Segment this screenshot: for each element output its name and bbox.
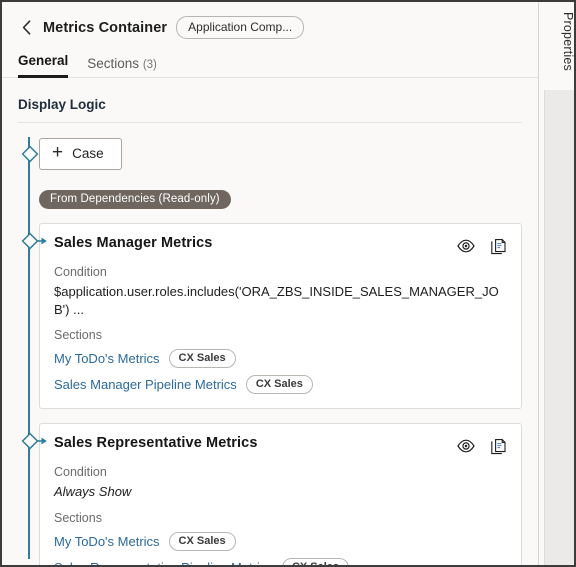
case-card-actions [457,435,507,455]
section-tag: CX Sales [168,531,236,551]
case-card-block: Sales Manager Metrics Condition $applica… [18,223,522,410]
list-item: Sales Manager Pipeline Metrics CX Sales [54,375,507,395]
sections-list: My ToDo's Metrics CX Sales Sales Represe… [54,531,507,565]
section-tag: CX Sales [245,375,313,395]
case-title: Sales Manager Metrics [54,235,213,251]
case-card-actions [457,235,507,255]
section-tag: CX Sales [281,557,350,565]
duplicate-document-icon[interactable] [489,437,507,455]
heading-divider [18,122,522,123]
properties-rail-label: Properties [561,12,575,71]
condition-value: Always Show [54,484,132,500]
properties-rail-strip [544,90,574,565]
main-content: Metrics Container Application Comp... Ge… [2,2,538,565]
sections-label: Sections [54,510,102,525]
readonly-badge-wrapper: From Dependencies (Read-only) [39,189,522,209]
duplicate-document-icon[interactable] [489,237,507,255]
flow-node-diamond-arrow [21,432,49,450]
properties-rail[interactable]: Properties [538,2,574,565]
add-case-button[interactable]: + Case [39,138,122,170]
display-logic-heading: Display Logic [18,97,106,112]
case-card-header: Sales Manager Metrics [54,235,507,255]
case-title: Sales Representative Metrics [54,435,258,452]
plus-icon: + [52,141,64,163]
flow-node-diamond [21,145,39,163]
case-card-header: Sales Representative Metrics [54,435,507,455]
add-case-label: Case [72,146,104,161]
tab-sections-label: Sections [87,56,140,71]
eye-icon[interactable] [457,237,475,255]
status-badge-readonly: From Dependencies (Read-only) [39,190,231,209]
display-logic-flow: + Case From Dependencies (Read-only) Sal… [2,137,538,565]
section-link[interactable]: Sales Manager Pipeline Metrics [54,377,237,392]
properties-panel-window: Metrics Container Application Comp... Ge… [0,0,576,567]
condition-label: Condition [54,465,107,480]
tab-bar: General Sections (3) [2,52,538,78]
case-card-block: Sales Representative Metrics Condition A… [18,423,522,565]
add-case-row: + Case [18,137,522,171]
back-button[interactable] [18,19,34,37]
list-item: Sales Representative Pipeline Metrics CX… [54,557,507,565]
chevron-left-icon [22,20,30,35]
tab-general[interactable]: General [18,53,69,78]
section-link[interactable]: My ToDo's Metrics [54,534,160,549]
page-title: Metrics Container [43,19,168,36]
sections-list: My ToDo's Metrics CX Sales Sales Manager… [54,349,507,395]
tab-sections[interactable]: Sections (3) [87,56,157,78]
list-item: My ToDo's Metrics CX Sales [54,531,507,551]
section-tag: CX Sales [168,349,236,369]
case-card[interactable]: Sales Manager Metrics Condition $applica… [39,223,522,410]
condition-value: $application.user.roles.includes('ORA_ZB… [54,284,499,317]
tab-general-label: General [18,53,69,68]
breadcrumb: Metrics Container Application Comp... [2,2,538,39]
tab-sections-count: (3) [142,59,157,71]
breadcrumb-chip-application-component[interactable]: Application Comp... [176,16,305,39]
case-card[interactable]: Sales Representative Metrics Condition A… [39,423,522,565]
sections-label: Sections [54,328,102,343]
eye-icon[interactable] [457,437,475,455]
flow-node-diamond-arrow [21,232,49,250]
section-link[interactable]: Sales Representative Pipeline Metrics [54,560,273,565]
section-link[interactable]: My ToDo's Metrics [54,351,160,366]
condition-label: Condition [54,265,107,279]
list-item: My ToDo's Metrics CX Sales [54,349,507,369]
